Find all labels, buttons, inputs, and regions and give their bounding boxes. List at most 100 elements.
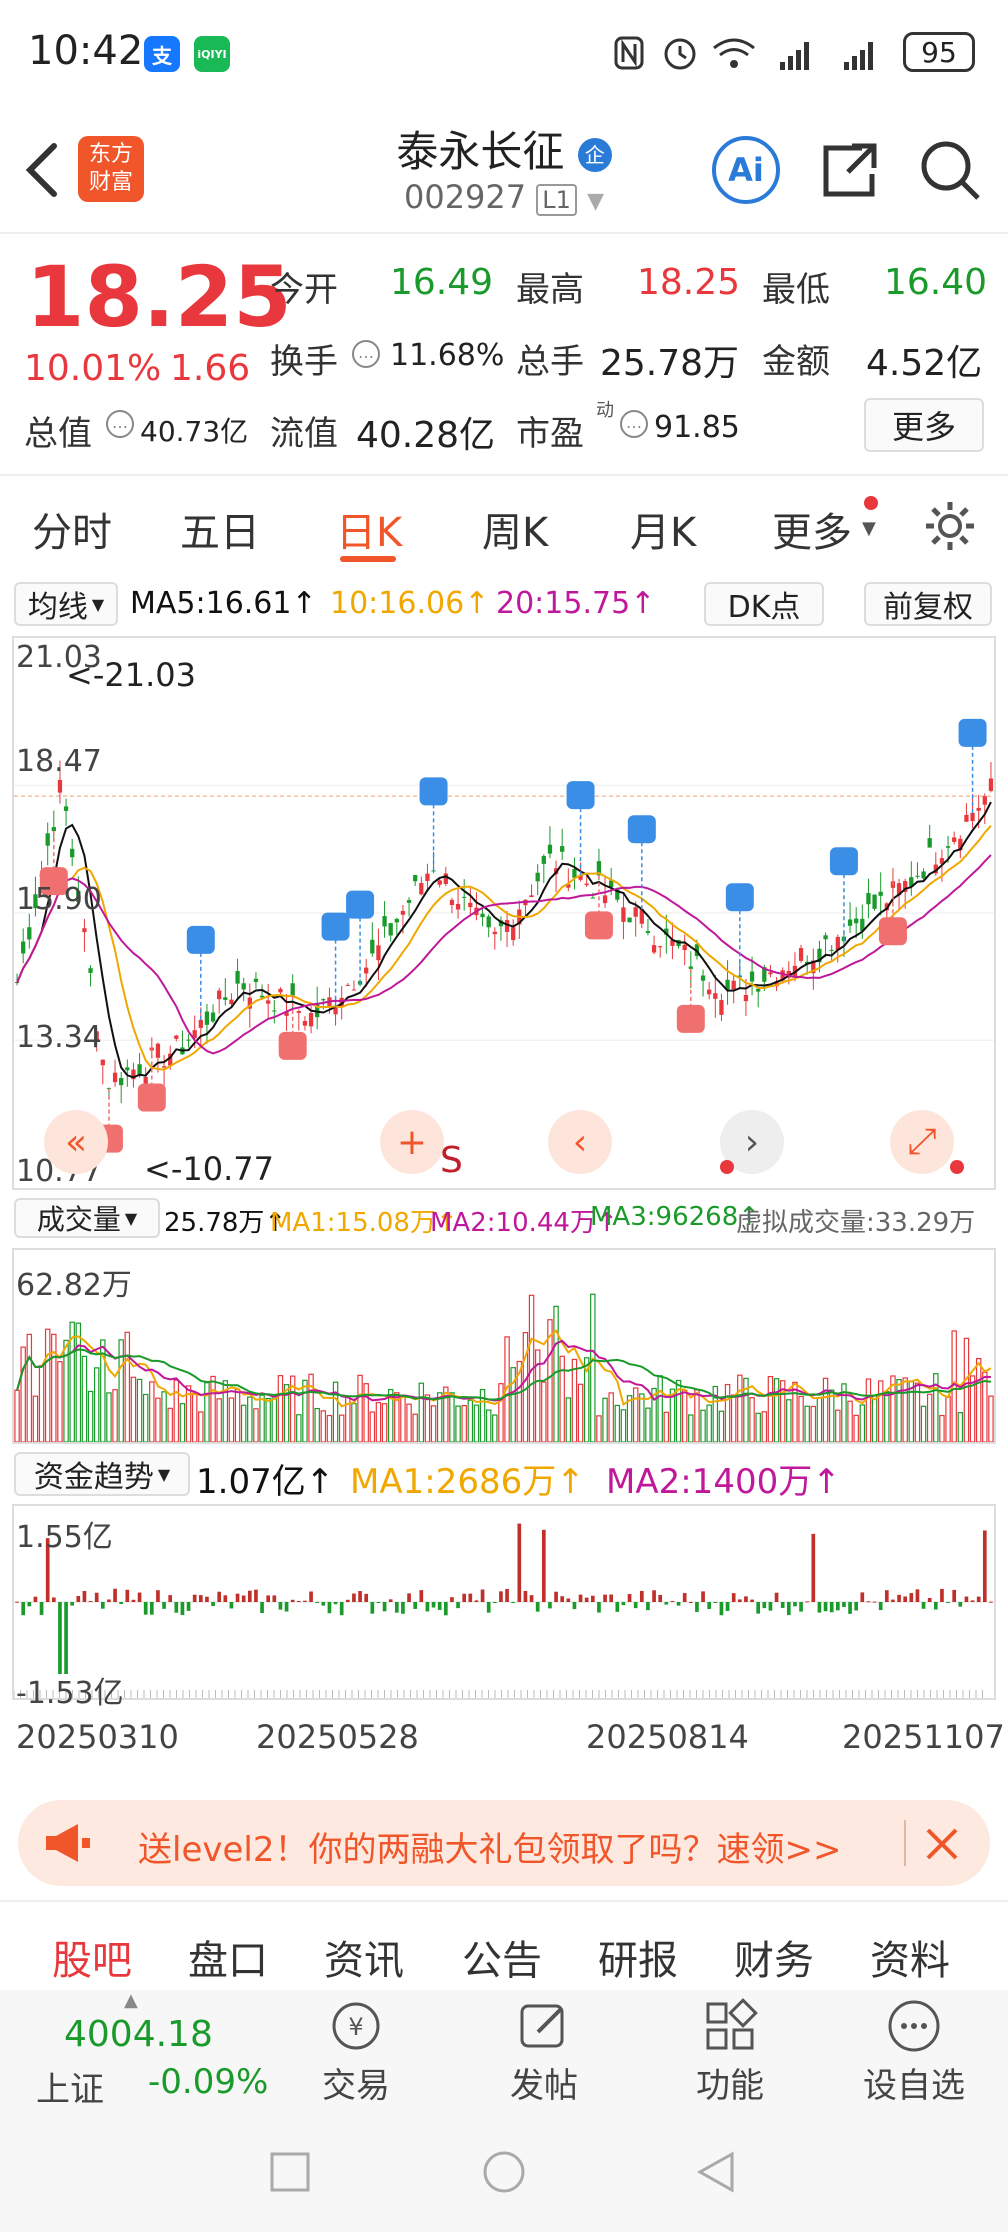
candle-body xyxy=(743,994,749,1002)
fund-bar xyxy=(989,1601,993,1603)
ai-icon[interactable]: Ai xyxy=(712,136,780,204)
kline-canvas xyxy=(14,718,994,1153)
fund-bar xyxy=(266,1595,271,1602)
index-change[interactable]: -0.09% xyxy=(148,2062,268,2102)
volume-bar xyxy=(467,1399,474,1443)
fund-bar xyxy=(401,1602,405,1614)
search-icon[interactable] xyxy=(918,138,984,204)
nav-function[interactable]: 功能 xyxy=(680,2058,780,2107)
fund-bar xyxy=(382,1602,387,1612)
candle-body xyxy=(290,983,295,996)
dk-point-button[interactable]: DK点 xyxy=(704,582,824,626)
volume-chart[interactable] xyxy=(12,1248,996,1444)
candle-body xyxy=(51,827,56,832)
tab-monthly-k[interactable]: 月K xyxy=(630,500,696,558)
info-icon[interactable]: … xyxy=(620,410,648,438)
candle-body xyxy=(449,899,455,905)
nav-watchlist[interactable]: 设自选 xyxy=(854,2058,974,2107)
fund-bar xyxy=(940,1588,944,1602)
tab-profile[interactable]: 资料 xyxy=(870,1928,950,1986)
fund-bar xyxy=(309,1591,313,1602)
close-icon[interactable] xyxy=(922,1824,962,1864)
zoom-in-button[interactable]: + xyxy=(380,1110,444,1174)
fullscreen-button[interactable]: ⤢ xyxy=(890,1110,954,1174)
candle-body xyxy=(210,1012,216,1022)
tab-research[interactable]: 研报 xyxy=(598,1928,678,1986)
candle-body xyxy=(217,990,222,1000)
rewind-button[interactable]: « xyxy=(44,1110,108,1174)
nav-trade[interactable]: 交易 xyxy=(306,2058,406,2107)
kline-chart[interactable] xyxy=(12,636,996,1190)
fund-bar xyxy=(676,1602,681,1606)
tab-finance[interactable]: 财务 xyxy=(734,1928,814,1986)
settings-gear-icon[interactable] xyxy=(922,498,978,554)
post-edit-icon[interactable] xyxy=(516,1998,572,2054)
more-button[interactable]: 更多 xyxy=(864,398,984,452)
notification-dot xyxy=(950,1160,964,1174)
watchlist-dots-icon[interactable] xyxy=(886,1998,942,2054)
volume-bar xyxy=(326,1414,333,1443)
fund-bar xyxy=(156,1590,160,1602)
volume-bar xyxy=(737,1374,743,1443)
signal-icon-1 xyxy=(780,42,809,70)
volume-bar xyxy=(369,1411,376,1443)
tab-news[interactable]: 资讯 xyxy=(324,1928,404,1986)
info-icon[interactable]: … xyxy=(106,410,134,438)
tab-more[interactable]: 更多 xyxy=(772,500,852,558)
back-nav-icon[interactable] xyxy=(694,2150,738,2194)
tab-announcements[interactable]: 公告 xyxy=(462,1928,542,1986)
trade-yen-icon[interactable]: ¥ xyxy=(326,1998,386,2054)
adjust-button[interactable]: 前复权 xyxy=(864,582,992,626)
volume-selector[interactable]: 成交量 ▼ xyxy=(14,1198,160,1238)
share-icon[interactable] xyxy=(818,138,882,202)
fund-canvas xyxy=(13,1523,994,1698)
fund-chart[interactable] xyxy=(12,1504,996,1700)
volume-bar xyxy=(118,1339,124,1443)
sell-marker xyxy=(627,815,656,844)
nav-post[interactable]: 发帖 xyxy=(494,2058,594,2107)
fund-bar xyxy=(82,1590,87,1602)
fund-bar xyxy=(878,1602,883,1611)
chevron-down-icon[interactable]: ▼ xyxy=(587,189,604,214)
volume-max-label: 62.82万 xyxy=(16,1268,132,1303)
ma-selector[interactable]: 均线 ▼ xyxy=(14,582,118,626)
level-badge[interactable]: L1 xyxy=(536,184,577,216)
promo-banner[interactable]: 送level2！你的两融大礼包领取了吗？速领>> xyxy=(18,1800,990,1886)
recent-apps-icon[interactable] xyxy=(268,2150,312,2194)
volume-bar xyxy=(112,1389,118,1443)
volume-bar xyxy=(681,1389,688,1443)
fund-bar xyxy=(352,1593,356,1602)
fund-bar xyxy=(572,1602,577,1610)
candle-body xyxy=(253,978,259,983)
index-value[interactable]: 4004.18 xyxy=(64,2014,213,2055)
tab-intraday[interactable]: 分时 xyxy=(32,500,112,558)
low-value: 16.40 xyxy=(884,262,988,303)
turnover-label: 换手 xyxy=(270,342,338,382)
fund-min-label: -1.53亿 xyxy=(16,1676,124,1711)
info-icon[interactable]: … xyxy=(352,340,380,368)
fund-bar xyxy=(744,1596,748,1602)
fund-bar xyxy=(793,1602,797,1607)
fund-bar xyxy=(21,1602,26,1616)
tab-forum[interactable]: 股吧 xyxy=(52,1928,132,1986)
tab-order-book[interactable]: 盘口 xyxy=(188,1928,268,1986)
volume-bar xyxy=(338,1414,345,1443)
previous-button[interactable]: ‹ xyxy=(548,1110,612,1174)
function-grid-icon[interactable] xyxy=(702,1998,758,2054)
tab-weekly-k[interactable]: 周K xyxy=(482,500,548,558)
volume-bar xyxy=(816,1397,823,1443)
tab-five-day[interactable]: 五日 xyxy=(180,500,260,558)
fund-bar xyxy=(652,1590,656,1602)
fund-bar xyxy=(315,1602,320,1603)
volume-bar xyxy=(265,1397,271,1443)
tab-daily-k[interactable]: 日K xyxy=(336,500,402,558)
buy-marker xyxy=(137,1083,166,1112)
home-icon[interactable] xyxy=(482,2150,526,2194)
fund-selector[interactable]: 资金趋势 ▼ xyxy=(14,1452,190,1496)
fund-bar xyxy=(774,1592,779,1602)
candle-body xyxy=(492,931,497,935)
volume-bar xyxy=(430,1405,437,1443)
index-name[interactable]: 上证 xyxy=(36,2062,104,2111)
volume-bar xyxy=(406,1403,412,1443)
fund-bar xyxy=(768,1602,773,1611)
